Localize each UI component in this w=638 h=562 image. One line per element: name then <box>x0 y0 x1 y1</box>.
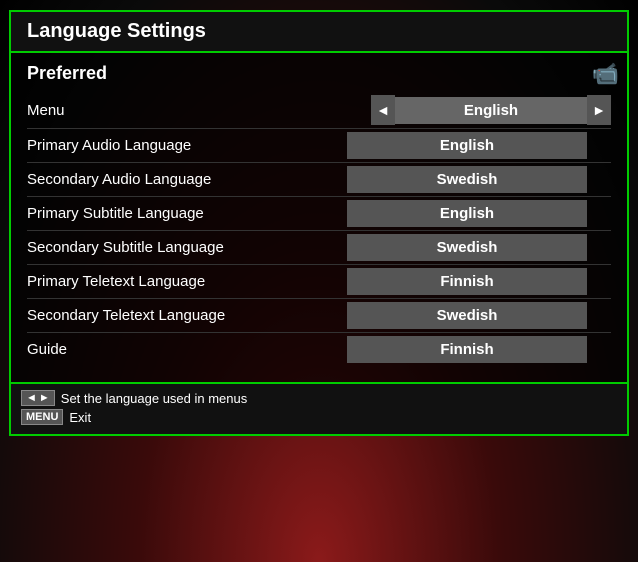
label-secondary-subtitle: Secondary Subtitle Language <box>27 239 224 256</box>
footer-row-2: MENU Exit <box>21 409 617 425</box>
value-secondary-subtitle: Swedish <box>347 234 587 261</box>
settings-row-guide: Guide Finnish <box>27 333 611 366</box>
value-primary-teletext: Finnish <box>347 268 587 295</box>
label-secondary-teletext: Secondary Teletext Language <box>27 307 225 324</box>
label-primary-audio: Primary Audio Language <box>27 137 191 154</box>
menu-badge: MENU <box>21 409 63 425</box>
settings-row-secondary-audio: Secondary Audio Language Swedish <box>27 163 611 197</box>
arrow-keys-badge: ◄ ► <box>21 390 55 406</box>
window-title: Language Settings <box>27 20 206 42</box>
control-secondary-subtitle: Swedish <box>347 234 587 261</box>
label-secondary-audio: Secondary Audio Language <box>27 171 211 188</box>
settings-row-menu: Menu ◄English► <box>27 92 611 129</box>
settings-row-secondary-teletext: Secondary Teletext Language Swedish <box>27 299 611 333</box>
control-primary-audio: English <box>347 132 587 159</box>
settings-row-primary-audio: Primary Audio Language English <box>27 129 611 163</box>
settings-row-primary-subtitle: Primary Subtitle Language English <box>27 197 611 231</box>
footer: ◄ ► Set the language used in menus MENU … <box>11 382 627 434</box>
value-secondary-audio: Swedish <box>347 166 587 193</box>
control-secondary-audio: Swedish <box>347 166 587 193</box>
footer-row-1: ◄ ► Set the language used in menus <box>21 390 617 406</box>
control-primary-subtitle: English <box>347 200 587 227</box>
value-secondary-teletext: Swedish <box>347 302 587 329</box>
control-secondary-teletext: Swedish <box>347 302 587 329</box>
value-menu: English <box>395 97 587 124</box>
right-arrow-menu[interactable]: ► <box>587 95 611 125</box>
settings-row-primary-teletext: Primary Teletext Language Finnish <box>27 265 611 299</box>
label-primary-subtitle: Primary Subtitle Language <box>27 205 204 222</box>
main-window: Language Settings 📹 Preferred Menu◄Engli… <box>9 10 629 436</box>
left-arrow-menu[interactable]: ◄ <box>371 95 395 125</box>
settings-rows: Menu◄English►Primary Audio LanguageEngli… <box>27 92 611 366</box>
content-area: 📹 Preferred Menu◄English►Primary Audio L… <box>11 53 627 376</box>
settings-row-secondary-subtitle: Secondary Subtitle Language Swedish <box>27 231 611 265</box>
footer-hint-2: Exit <box>69 410 91 425</box>
value-primary-subtitle: English <box>347 200 587 227</box>
control-primary-teletext: Finnish <box>347 268 587 295</box>
camera-icon: 📹 <box>592 61 619 87</box>
value-guide: Finnish <box>347 336 587 363</box>
preferred-label: Preferred <box>27 63 611 84</box>
footer-hint-1: Set the language used in menus <box>61 391 247 406</box>
control-menu: ◄English► <box>371 95 611 125</box>
label-guide: Guide <box>27 341 67 358</box>
title-bar: Language Settings <box>11 12 627 53</box>
value-primary-audio: English <box>347 132 587 159</box>
label-menu: Menu <box>27 102 65 119</box>
control-guide: Finnish <box>347 336 587 363</box>
label-primary-teletext: Primary Teletext Language <box>27 273 205 290</box>
